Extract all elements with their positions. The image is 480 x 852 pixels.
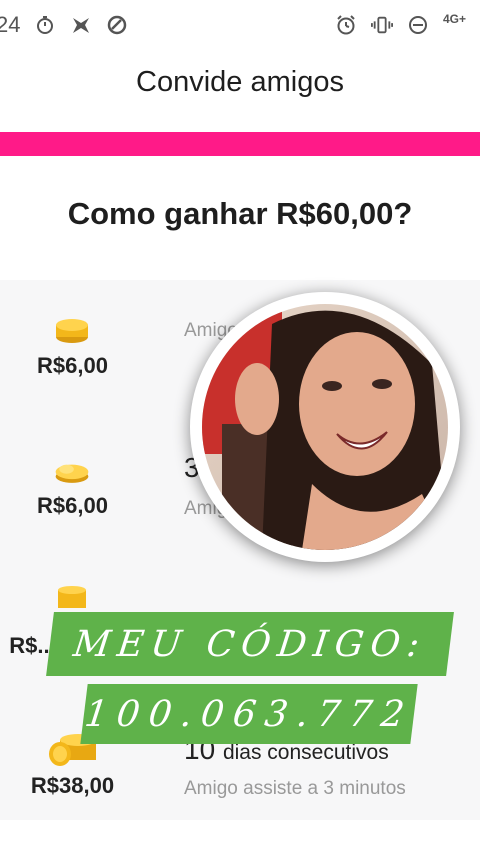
reward-title-suffix: dias consecutivos	[222, 741, 389, 764]
vibrate-icon	[370, 14, 393, 36]
do-not-disturb-icon	[407, 14, 429, 36]
webcam-video	[202, 304, 448, 550]
alarm-icon	[335, 14, 357, 36]
stopwatch-icon	[34, 14, 56, 36]
accent-bar	[0, 132, 480, 156]
referral-code-banner-code: 100.063.772	[80, 684, 418, 744]
status-bar: 24 4G+	[0, 0, 480, 50]
webcam-bubble	[190, 292, 460, 562]
network-indicator: 4G+	[442, 12, 466, 26]
coin-icon	[56, 319, 88, 343]
section-title: Como ganhar R$60,00?	[67, 196, 413, 231]
presenter-face-image	[202, 304, 448, 550]
referral-code-banner-label: MEU CÓDIGO:	[46, 612, 454, 676]
app-notification-icon	[70, 14, 92, 36]
sync-icon	[106, 14, 128, 36]
page-title: Convide amigos	[136, 66, 344, 98]
status-time: 24	[0, 12, 21, 37]
coin-icon	[58, 586, 86, 608]
reward-amount: R$38,00	[30, 773, 115, 798]
reward-description: Amigo assiste a 3 minutos	[184, 778, 406, 799]
reward-amount: R$6,00	[37, 493, 108, 518]
coin-icon	[55, 464, 89, 483]
reward-amount: R$6,00	[37, 353, 108, 378]
